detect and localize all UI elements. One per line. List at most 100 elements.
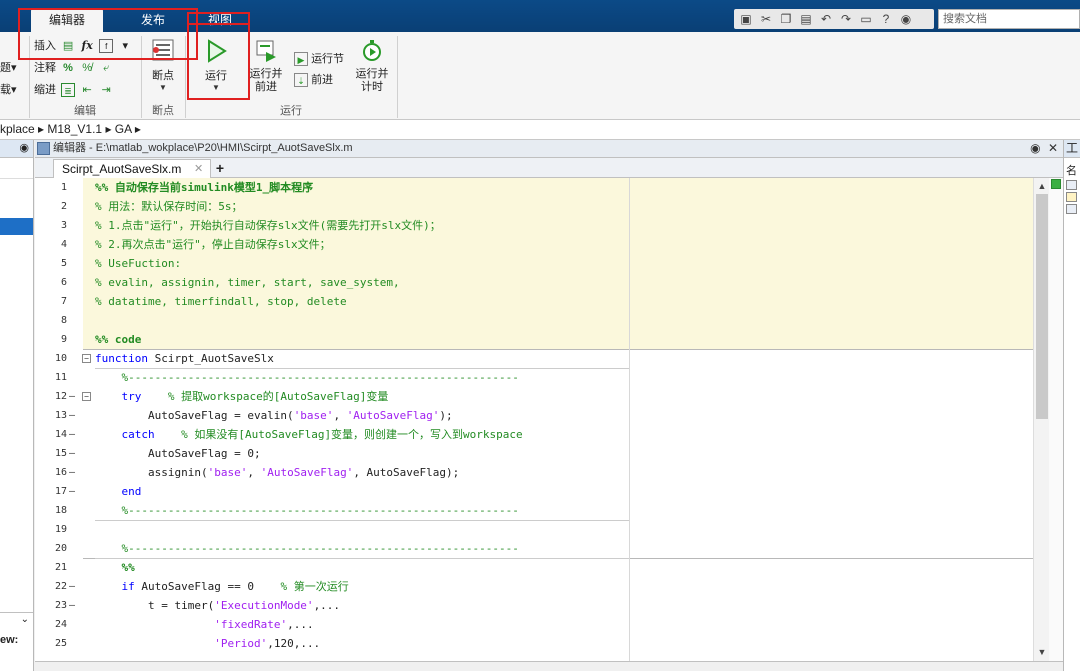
code-line[interactable]: 21 %% bbox=[35, 558, 1033, 577]
copy-icon[interactable]: ❐ bbox=[778, 11, 794, 27]
help-icon[interactable]: ? bbox=[878, 11, 894, 27]
code-line[interactable]: 5 % UseFuction: bbox=[35, 254, 1033, 273]
percent-strike-icon[interactable]: %̸ bbox=[80, 61, 94, 75]
code-line[interactable]: 6 % evalin, assignin, timer, start, save_… bbox=[35, 273, 1033, 292]
line-number: 2 bbox=[60, 201, 67, 212]
workspace-column-name: 名 bbox=[1066, 165, 1077, 177]
code-line[interactable]: 15— AutoSaveFlag = 0; bbox=[35, 444, 1033, 463]
ribbon-truncated-item-1[interactable]: 题▾ bbox=[0, 59, 17, 77]
code-line[interactable]: 19 bbox=[35, 520, 1033, 539]
line-number: 22 bbox=[54, 581, 67, 592]
advance-button[interactable]: ⇣ 前进 bbox=[292, 71, 333, 89]
wrap-comments-icon[interactable]: ⤶ bbox=[99, 61, 113, 75]
panel-menu-icon[interactable]: ◉ bbox=[1030, 141, 1040, 155]
panel-menu-icon[interactable]: ◉ bbox=[19, 141, 29, 154]
code-line[interactable]: 22— if AutoSaveFlag == 0 % 第一次运行 bbox=[35, 577, 1033, 596]
breakpoint-dash-marker[interactable]: — bbox=[69, 482, 79, 501]
code-line[interactable]: 8 bbox=[35, 311, 1033, 330]
scrollbar-thumb[interactable] bbox=[1036, 194, 1048, 419]
code-line[interactable]: 4 % 2.再次点击"运行"，停止自动保存slx文件； bbox=[35, 235, 1033, 254]
selected-file-row[interactable] bbox=[0, 218, 33, 235]
editor-status-bar bbox=[35, 661, 1063, 671]
comment-row[interactable]: 注释 % %̸ ⤶ bbox=[34, 59, 113, 77]
code-line[interactable]: 20 %------------------------------------… bbox=[35, 539, 1033, 558]
code-analyzer-ok-icon[interactable] bbox=[1051, 179, 1061, 189]
line-number: 17 bbox=[54, 486, 67, 497]
chevron-down-icon[interactable]: ⌄ bbox=[21, 614, 29, 625]
code-token: %---------------------------------------… bbox=[95, 371, 519, 384]
code-token: AutoSaveFlag == 0 bbox=[134, 580, 281, 593]
code-text: AutoSaveFlag = 0; bbox=[95, 444, 261, 463]
code-token: AutoSaveFlag = 0; bbox=[95, 447, 261, 460]
paste-icon[interactable]: ▤ bbox=[798, 11, 814, 27]
view-label: ew: bbox=[0, 634, 19, 646]
breadcrumb-separator-icon: ▸ bbox=[38, 122, 48, 136]
table-variable-icon[interactable] bbox=[1066, 192, 1077, 202]
code-line[interactable]: 25 'Period',120,... bbox=[35, 634, 1033, 653]
code-line[interactable]: 2 % 用法：默认保存时间：5s； bbox=[35, 197, 1033, 216]
line-number: 13 bbox=[54, 410, 67, 421]
code-line[interactable]: 24 'fixedRate',... bbox=[35, 615, 1033, 634]
percent-icon[interactable]: % bbox=[61, 61, 75, 75]
code-line[interactable]: 23— t = timer('ExecutionMode',... bbox=[35, 596, 1033, 615]
breadcrumb-item[interactable]: M18_V1.1 bbox=[47, 122, 102, 136]
breadcrumb-item[interactable]: GA bbox=[115, 122, 132, 136]
code-line[interactable]: 17— end bbox=[35, 482, 1033, 501]
decrease-indent-icon[interactable]: ⇤ bbox=[80, 83, 94, 97]
redo-icon[interactable]: ↷ bbox=[838, 11, 854, 27]
breakpoint-dash-marker[interactable]: — bbox=[69, 577, 79, 596]
breadcrumb-item[interactable]: kplace bbox=[0, 122, 35, 136]
dropdown-icon[interactable]: ◉ bbox=[898, 11, 914, 27]
code-line[interactable]: 12— − try % 提取workspace的[AutoSaveFlag]变量 bbox=[35, 387, 1033, 406]
code-line[interactable]: 1 %% 自动保存当前simulink模型1_脚本程序 bbox=[35, 178, 1033, 197]
scroll-down-icon[interactable]: ▼ bbox=[1036, 646, 1048, 658]
switch-windows-icon[interactable]: ▭ bbox=[858, 11, 874, 27]
run-and-time-button[interactable]: 运行并 计时 bbox=[352, 38, 392, 94]
smart-indent-icon[interactable]: ≣ bbox=[61, 83, 76, 98]
code-line[interactable]: 7 % datatime, timerfindall, stop, delete bbox=[35, 292, 1033, 311]
increase-indent-icon[interactable]: ⇥ bbox=[99, 83, 113, 97]
save-icon[interactable]: ▣ bbox=[738, 11, 754, 27]
details-toggle[interactable]: ⌄ bbox=[0, 612, 33, 630]
search-documentation-input[interactable]: 搜索文档 bbox=[938, 9, 1080, 29]
panel-header: ◉ bbox=[0, 140, 33, 158]
code-line[interactable]: 10 − function Scirpt_AuotSaveSlx bbox=[35, 349, 1033, 368]
code-area[interactable]: 1 %% 自动保存当前simulink模型1_脚本程序 2 % 用法：默认保存时间：5… bbox=[35, 178, 1033, 661]
document-tab[interactable]: Scirpt_AuotSaveSlx.m ✕ bbox=[53, 159, 211, 178]
close-icon[interactable]: ✕ bbox=[1048, 141, 1058, 155]
code-token: end bbox=[95, 485, 142, 498]
run-section-button[interactable]: ▶ 运行节 bbox=[292, 50, 344, 68]
breakpoint-dash-marker[interactable]: — bbox=[69, 596, 79, 615]
line-number: 5 bbox=[60, 258, 67, 269]
undo-icon[interactable]: ↶ bbox=[818, 11, 834, 27]
indent-row[interactable]: 缩进 ≣ ⇤ ⇥ bbox=[34, 81, 113, 99]
cut-icon[interactable]: ✂ bbox=[758, 11, 774, 27]
code-text: AutoSaveFlag = evalin('base', 'AutoSaveF… bbox=[95, 406, 453, 425]
line-number: 12 bbox=[54, 391, 67, 402]
fold-toggle-icon[interactable]: − bbox=[82, 354, 91, 363]
code-token: % 如果没有[AutoSaveFlag]变量，则创建一个，写入到workspac… bbox=[154, 428, 523, 441]
run-and-advance-button[interactable]: 运行并 前进 bbox=[248, 38, 284, 94]
code-line[interactable]: 3 % 1.点击"运行"，开始执行自动保存slx文件(需要先打开slx文件)； bbox=[35, 216, 1033, 235]
vertical-scrollbar[interactable]: ▲ ▼ bbox=[1033, 178, 1049, 661]
code-line[interactable]: 16— assignin('base', 'AutoSaveFlag', Aut… bbox=[35, 463, 1033, 482]
variable-icon[interactable] bbox=[1066, 204, 1077, 214]
breakpoint-dash-marker[interactable]: — bbox=[69, 463, 79, 482]
scroll-up-icon[interactable]: ▲ bbox=[1036, 180, 1048, 192]
close-tab-icon[interactable]: ✕ bbox=[194, 160, 203, 178]
code-analyzer-strip bbox=[1049, 178, 1063, 661]
code-line[interactable]: 13— AutoSaveFlag = evalin('base', 'AutoS… bbox=[35, 406, 1033, 425]
code-token: , AutoSaveFlag); bbox=[353, 466, 460, 479]
new-tab-button[interactable]: + bbox=[211, 159, 229, 178]
code-line[interactable]: 18 %------------------------------------… bbox=[35, 501, 1033, 520]
code-line[interactable]: 14— catch % 如果没有[AutoSaveFlag]变量，则创建一个，写… bbox=[35, 425, 1033, 444]
fold-toggle-icon[interactable]: − bbox=[82, 392, 91, 401]
breakpoint-dash-marker[interactable]: — bbox=[69, 444, 79, 463]
code-line[interactable]: 9 %% code bbox=[35, 330, 1033, 349]
breakpoint-dash-marker[interactable]: — bbox=[69, 387, 79, 406]
breakpoint-dash-marker[interactable]: — bbox=[69, 425, 79, 444]
ribbon-truncated-item-2[interactable]: 载▾ bbox=[0, 81, 17, 99]
code-line[interactable]: 11 %------------------------------------… bbox=[35, 368, 1033, 387]
breakpoint-dash-marker[interactable]: — bbox=[69, 406, 79, 425]
variable-icon[interactable] bbox=[1066, 180, 1077, 190]
